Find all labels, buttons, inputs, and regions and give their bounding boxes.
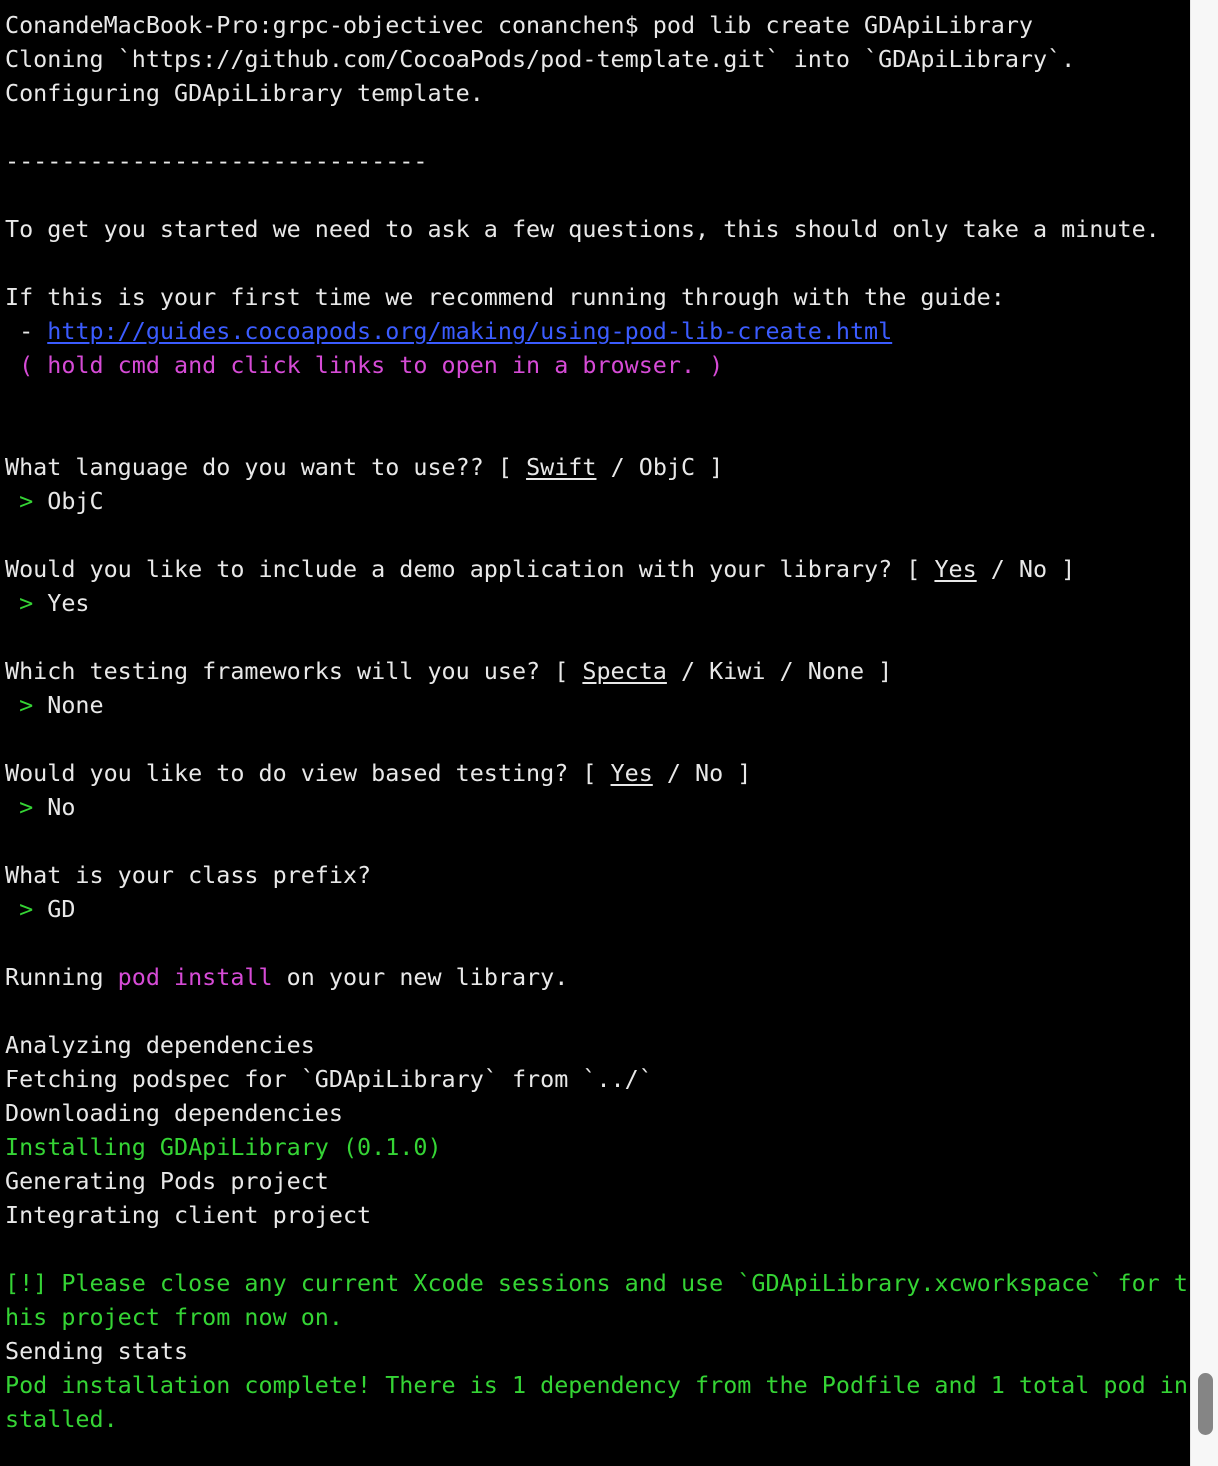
terminal-line: Fetching podspec for `GDApiLibrary` from…: [5, 1062, 1190, 1096]
terminal-text: >: [5, 793, 48, 821]
terminal-text: GD: [47, 895, 76, 923]
terminal-line: Which testing frameworks will you use? […: [5, 654, 1190, 688]
terminal-line: ( hold cmd and click links to open in a …: [5, 348, 1190, 382]
terminal-text: Analyzing dependencies: [5, 1031, 315, 1059]
terminal-line: Would you like to include a demo applica…: [5, 552, 1190, 586]
terminal-line: > No: [5, 790, 1190, 824]
terminal-text: To get you started we need to ask a few …: [5, 215, 1160, 243]
guide-link[interactable]: http://guides.cocoapods.org/making/using…: [47, 317, 892, 345]
terminal-text: None: [47, 691, 104, 719]
terminal-line: ------------------------------: [5, 144, 1190, 178]
terminal-line: Would you like to do view based testing?…: [5, 756, 1190, 790]
terminal-text: ObjC: [47, 487, 104, 515]
terminal-line: What language do you want to use?? [ Swi…: [5, 450, 1190, 484]
terminal-text: / Kiwi / None ]: [666, 657, 893, 685]
terminal-line: Analyzing dependencies: [5, 1028, 1190, 1062]
terminal-text: No: [47, 793, 76, 821]
terminal-text: Would you like to do view based testing?…: [5, 759, 611, 787]
terminal-text: / ObjC ]: [596, 453, 724, 481]
terminal-line: Cloning `https://github.com/CocoaPods/po…: [5, 42, 1190, 76]
terminal-text: pod install: [117, 963, 273, 991]
terminal-line: Running pod install on your new library.: [5, 960, 1190, 994]
terminal-text: Swift: [526, 453, 597, 481]
terminal-line: Sending stats: [5, 1334, 1190, 1368]
terminal-line: To get you started we need to ask a few …: [5, 212, 1190, 246]
terminal-line: [!] Please close any current Xcode sessi…: [5, 1266, 1190, 1300]
terminal-text: >: [5, 691, 48, 719]
terminal-text: [!] Please close any current Xcode sessi…: [5, 1269, 1188, 1297]
terminal-text: Installing GDApiLibrary (0.1.0): [5, 1133, 442, 1161]
terminal-text: Pod installation complete! There is 1 de…: [5, 1371, 1188, 1399]
terminal-line: > GD: [5, 892, 1190, 926]
terminal-text: Generating Pods project: [5, 1167, 329, 1195]
terminal-line: Integrating client project: [5, 1198, 1190, 1232]
terminal-line: > None: [5, 688, 1190, 722]
terminal-text: Which testing frameworks will you use? [: [5, 657, 583, 685]
terminal-text: >: [5, 589, 48, 617]
terminal-text: his project from now on.: [5, 1303, 343, 1331]
terminal-text: Yes: [47, 589, 90, 617]
terminal-text: ------------------------------: [5, 147, 428, 175]
terminal-line: What is your class prefix?: [5, 858, 1190, 892]
terminal-line: stalled.: [5, 1402, 1190, 1436]
terminal-text: Integrating client project: [5, 1201, 372, 1229]
terminal-text: What is your class prefix?: [5, 861, 372, 889]
terminal-window[interactable]: ConandeMacBook-Pro:grpc-objectivec conan…: [0, 0, 1190, 1466]
terminal-line: ConandeMacBook-Pro:grpc-objectivec conan…: [5, 8, 1190, 42]
terminal-output: ConandeMacBook-Pro:grpc-objectivec conan…: [5, 8, 1190, 1436]
terminal-text: ( hold cmd and click links to open in a …: [5, 351, 724, 379]
terminal-text: on your new library.: [272, 963, 569, 991]
terminal-text: >: [5, 895, 48, 923]
terminal-text: Specta: [582, 657, 667, 685]
terminal-line: - http://guides.cocoapods.org/making/usi…: [5, 314, 1190, 348]
terminal-text: Running: [5, 963, 118, 991]
scrollbar-thumb[interactable]: [1198, 1373, 1213, 1435]
terminal-text: Would you like to include a demo applica…: [5, 555, 935, 583]
terminal-line: > Yes: [5, 586, 1190, 620]
terminal-text: ConandeMacBook-Pro:grpc-objectivec conan…: [5, 11, 1034, 39]
terminal-line: Installing GDApiLibrary (0.1.0): [5, 1130, 1190, 1164]
terminal-text: Downloading dependencies: [5, 1099, 343, 1127]
terminal-text: Yes: [610, 759, 653, 787]
terminal-text: What language do you want to use?? [: [5, 453, 527, 481]
terminal-text: >: [5, 487, 48, 515]
terminal-line: Configuring GDApiLibrary template.: [5, 76, 1190, 110]
terminal-line: Generating Pods project: [5, 1164, 1190, 1198]
terminal-text: stalled.: [5, 1405, 118, 1433]
terminal-text: / No ]: [976, 555, 1076, 583]
terminal-text: Cloning `https://github.com/CocoaPods/po…: [5, 45, 1076, 73]
terminal-line: Downloading dependencies: [5, 1096, 1190, 1130]
terminal-line: If this is your first time we recommend …: [5, 280, 1190, 314]
terminal-text: Fetching podspec for `GDApiLibrary` from…: [5, 1065, 653, 1093]
terminal-text: If this is your first time we recommend …: [5, 283, 1005, 311]
terminal-text: -: [5, 317, 48, 345]
terminal-text: Sending stats: [5, 1337, 189, 1365]
scrollbar-track[interactable]: [1190, 0, 1218, 1466]
terminal-text: Yes: [934, 555, 977, 583]
terminal-text: Configuring GDApiLibrary template.: [5, 79, 484, 107]
terminal-line: Pod installation complete! There is 1 de…: [5, 1368, 1190, 1402]
terminal-text: / No ]: [652, 759, 752, 787]
terminal-line: > ObjC: [5, 484, 1190, 518]
terminal-line: his project from now on.: [5, 1300, 1190, 1334]
